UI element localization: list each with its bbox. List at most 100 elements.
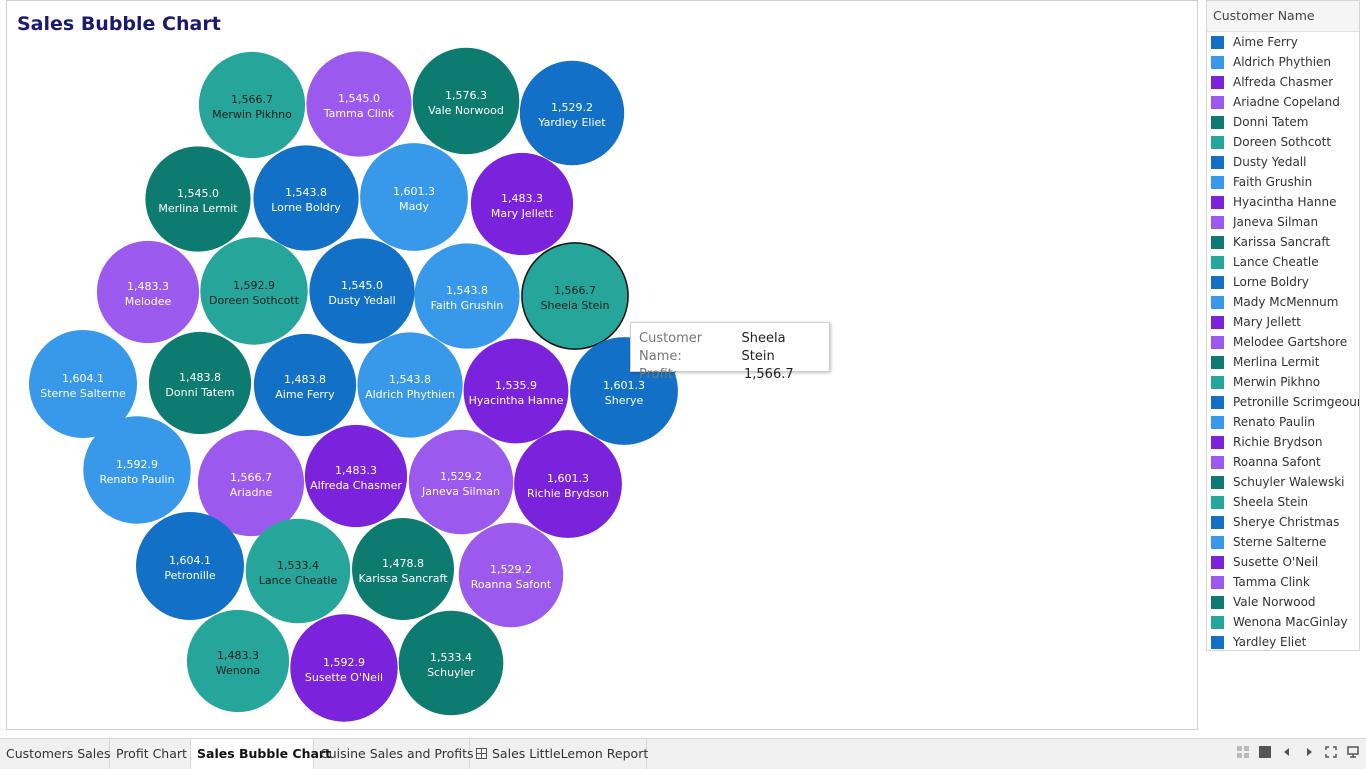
legend-item[interactable]: Doreen Sothcott [1207, 132, 1359, 152]
bubble[interactable]: 1,529.2 Janeva Silman [408, 429, 514, 535]
legend-item[interactable]: Roanna Safont [1207, 452, 1359, 472]
bubble-name-label: Merlina Lermit [158, 202, 238, 215]
bubble[interactable]: 1,483.3 Wenona [186, 609, 290, 713]
legend-item[interactable]: Lorne Boldry [1207, 272, 1359, 292]
sheet-tab[interactable]: Sales Bubble Chart [191, 739, 331, 769]
fill-icon[interactable] [1258, 746, 1272, 760]
bubble[interactable]: 1,545.0 Dusty Yedall [309, 238, 415, 344]
legend-item[interactable]: Mady McMennum [1207, 292, 1359, 312]
next-icon[interactable] [1302, 746, 1316, 760]
legend-item[interactable]: Schuyler Walewski [1207, 472, 1359, 492]
bubble-value-label: 1,529.2 [490, 563, 532, 576]
bubble-name-label: Merwin Pikhno [212, 108, 292, 121]
bubble[interactable]: 1,483.3 Mary Jellett [470, 152, 574, 256]
bubble-value-label: 1,601.3 [547, 472, 589, 485]
legend-label: Susette O'Neil [1233, 555, 1319, 569]
legend-item[interactable]: Renato Paulin [1207, 412, 1359, 432]
bubble-value-label: 1,545.0 [338, 92, 380, 105]
bubble[interactable]: 1,566.7 Merwin Pikhno [198, 51, 306, 159]
legend-item[interactable]: Karissa Sancraft [1207, 232, 1359, 252]
bubble[interactable]: 1,483.8 Aime Ferry [253, 333, 357, 437]
bubble[interactable]: 1,478.8 Karissa Sancraft [352, 518, 454, 620]
bubble-value-label: 1,604.1 [62, 372, 104, 385]
bubble[interactable]: 1,566.7 Sheela Stein [521, 242, 629, 350]
legend-item[interactable]: Sterne Salterne [1207, 532, 1359, 552]
legend-item[interactable]: Dusty Yedall [1207, 152, 1359, 172]
legend-item[interactable]: Wenona MacGinlay [1207, 612, 1359, 632]
bubble-value-label: 1,483.8 [284, 373, 326, 386]
legend-item[interactable]: Susette O'Neil [1207, 552, 1359, 572]
bubble[interactable]: 1,543.8 Aldrich Phythien [357, 332, 463, 438]
bubble-chart[interactable]: 1,566.7Merwin Pikhno1,545.0Tamma Clink1,… [7, 1, 1197, 729]
bubble[interactable]: 1,543.8 Faith Grushin [414, 243, 520, 349]
bubble[interactable]: 1,601.3 Mady [360, 143, 468, 251]
legend-item[interactable]: Ariadne Copeland [1207, 92, 1359, 112]
legend-item[interactable]: Merlina Lermit [1207, 352, 1359, 372]
legend-item[interactable]: Yardley Eliet [1207, 632, 1359, 652]
bubble-name-label: Richie Brydson [527, 487, 609, 500]
legend-item[interactable]: Alfreda Chasmer [1207, 72, 1359, 92]
legend-label: Aime Ferry [1233, 35, 1298, 49]
bubble-name-label: Yardley Eliet [537, 116, 606, 129]
legend-item[interactable]: Lance Cheatle [1207, 252, 1359, 272]
bubble[interactable]: 1,529.2 Yardley Eliet [519, 60, 625, 166]
legend-item[interactable]: Aime Ferry [1207, 32, 1359, 52]
bubble[interactable]: 1,576.3 Vale Norwood [412, 47, 520, 155]
legend-item[interactable]: Aldrich Phythien [1207, 52, 1359, 72]
legend-item[interactable]: Vale Norwood [1207, 592, 1359, 612]
legend-item[interactable]: Faith Grushin [1207, 172, 1359, 192]
bubble[interactable]: 1,545.0 Tamma Clink [306, 51, 412, 157]
bubble[interactable]: 1,533.4 Lance Cheatle [245, 518, 351, 624]
bubble[interactable]: 1,604.1 Petronille [136, 512, 244, 620]
legend-swatch [1211, 115, 1224, 129]
bubble[interactable]: 1,592.9 Renato Paulin [83, 416, 191, 524]
bubble-value-label: 1,543.8 [389, 373, 431, 386]
legend-item[interactable]: Richie Brydson [1207, 432, 1359, 452]
bubble[interactable]: 1,483.8 Donni Tatem [148, 331, 252, 435]
bubble-value-label: 1,592.9 [116, 458, 158, 471]
bubble[interactable]: 1,483.3 Alfreda Chasmer [304, 424, 408, 528]
legend-swatch [1211, 55, 1224, 69]
bubble[interactable]: 1,529.2 Roanna Safont [458, 522, 564, 628]
legend-item[interactable]: Janeva Silman [1207, 212, 1359, 232]
bubble[interactable]: 1,592.9 Doreen Sothcott [200, 237, 308, 345]
previous-icon[interactable] [1280, 746, 1294, 760]
legend-label: Richie Brydson [1233, 435, 1323, 449]
legend-item[interactable]: Petronille Scrimgeour [1207, 392, 1359, 412]
bubble-value-label: 1,566.7 [554, 284, 596, 297]
bubble-name-label: Karissa Sancraft [358, 572, 448, 585]
bubble-value-label: 1,601.3 [393, 185, 435, 198]
sheet-tab[interactable]: Profit Chart [110, 739, 191, 769]
bubble-name-label: Mady [399, 200, 429, 213]
bubble-value-label: 1,576.3 [445, 89, 487, 102]
sheet-tab[interactable]: Cuisine Sales and Profits [314, 739, 474, 769]
legend-label: Lance Cheatle [1233, 255, 1319, 269]
bubble[interactable]: 1,543.8 Lorne Boldry [253, 145, 359, 251]
legend-item[interactable]: Merwin Pikhno [1207, 372, 1359, 392]
fullscreen-icon[interactable] [1324, 746, 1338, 760]
sheet-tab-label: Sales Bubble Chart [197, 746, 332, 761]
legend-item[interactable]: Sherye Christmas [1207, 512, 1359, 532]
bubble[interactable]: 1,535.9 Hyacintha Hanne [463, 338, 569, 444]
legend-item[interactable]: Sheela Stein [1207, 492, 1359, 512]
sheet-tab[interactable]: Sales LittleLemon Report [470, 739, 648, 769]
sheet-tab[interactable]: Customers Sales [0, 739, 110, 769]
bubble-value-label: 1,533.4 [277, 559, 319, 572]
bubble-name-label: Petronille [164, 569, 215, 582]
bubble-name-label: Lorne Boldry [271, 201, 341, 214]
legend-swatch [1211, 595, 1224, 609]
bubble[interactable]: 1,545.0 Merlina Lermit [145, 146, 251, 252]
legend-item[interactable]: Melodee Gartshore [1207, 332, 1359, 352]
legend-item[interactable]: Hyacintha Hanne [1207, 192, 1359, 212]
bubble[interactable]: 1,483.3 Melodee [96, 240, 200, 344]
legend-label: Doreen Sothcott [1233, 135, 1332, 149]
bubble[interactable]: 1,592.9 Susette O'Neil [290, 614, 398, 722]
grid-view-icon[interactable] [1236, 746, 1250, 760]
legend-item[interactable]: Donni Tatem [1207, 112, 1359, 132]
legend-item[interactable]: Mary Jellett [1207, 312, 1359, 332]
bubble-value-label: 1,533.4 [430, 651, 472, 664]
bubble[interactable]: 1,533.4 Schuyler [398, 610, 504, 716]
bubble[interactable]: 1,601.3 Richie Brydson [514, 430, 622, 538]
legend-item[interactable]: Tamma Clink [1207, 572, 1359, 592]
presentation-icon[interactable] [1346, 746, 1360, 760]
